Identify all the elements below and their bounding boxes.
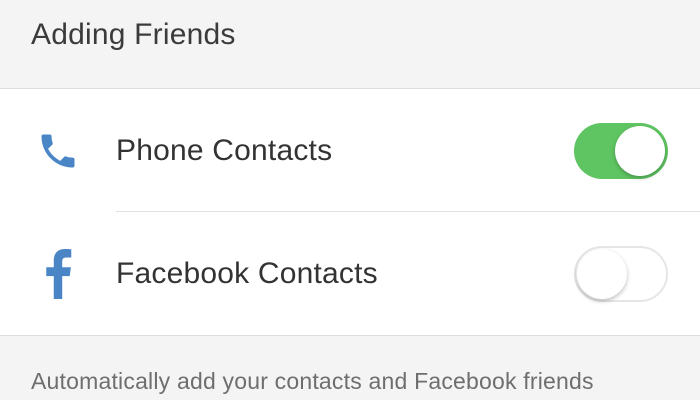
phone-contacts-label: Phone Contacts: [116, 133, 333, 167]
section-title: Adding Friends: [31, 18, 236, 51]
section-header: Adding Friends: [0, 0, 700, 89]
facebook-icon: [0, 212, 116, 335]
facebook-contacts-label: Facebook Contacts: [116, 256, 378, 290]
footer-description: Automatically add your contacts and Face…: [31, 368, 594, 394]
phone-icon: [0, 89, 116, 212]
toggle-knob: [615, 125, 665, 176]
phone-contacts-row[interactable]: Phone Contacts: [0, 89, 700, 212]
phone-contacts-toggle[interactable]: [574, 122, 668, 179]
facebook-contacts-toggle[interactable]: [574, 245, 668, 302]
settings-screen: Adding Friends Phone Contacts Facebook C…: [0, 0, 700, 400]
settings-card: Phone Contacts Facebook Contacts: [0, 89, 700, 336]
facebook-contacts-row[interactable]: Facebook Contacts: [0, 212, 700, 335]
toggle-knob: [577, 248, 627, 299]
